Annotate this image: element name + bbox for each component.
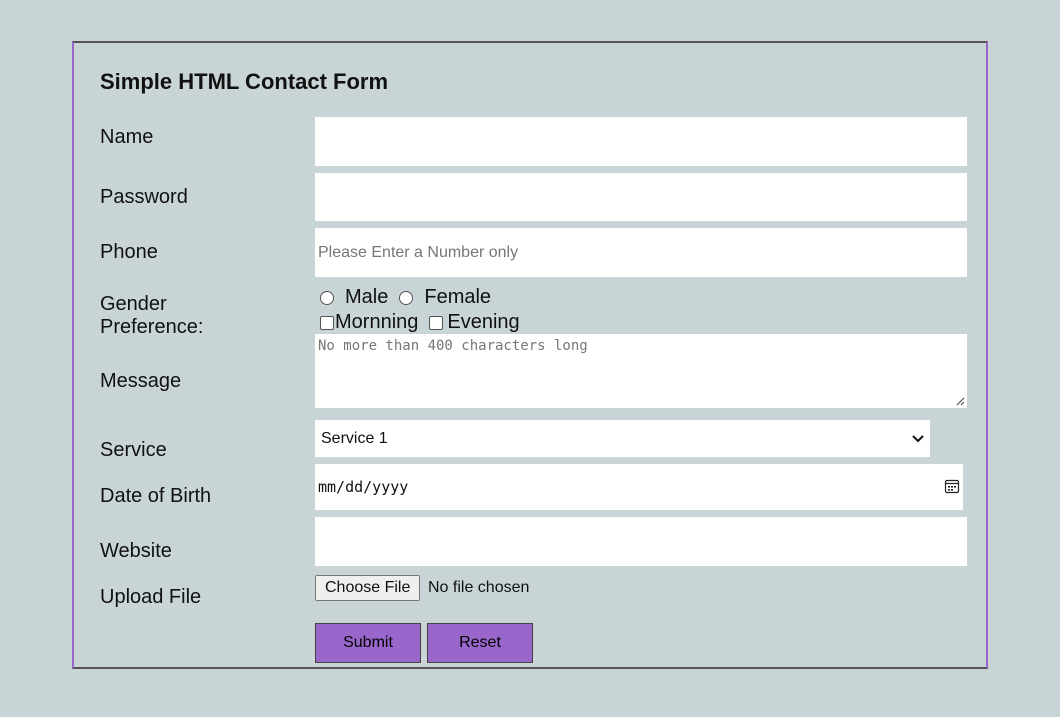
checkbox-evening[interactable] bbox=[429, 315, 444, 330]
website-value bbox=[315, 533, 318, 550]
form-title: Simple HTML Contact Form bbox=[100, 69, 389, 94]
service-select[interactable]: Service 1 bbox=[315, 420, 930, 457]
message-textarea[interactable]: No more than 400 characters long bbox=[315, 334, 967, 408]
radio-male-label: Male bbox=[345, 286, 389, 308]
resize-handle-icon[interactable] bbox=[955, 396, 965, 406]
radio-male[interactable] bbox=[320, 290, 334, 305]
message-placeholder: No more than 400 characters long bbox=[318, 338, 588, 354]
website-label: Website bbox=[100, 540, 172, 562]
radio-female[interactable] bbox=[399, 290, 414, 305]
dob-placeholder: mm/dd/yyyy bbox=[318, 478, 409, 496]
phone-placeholder: Please Enter a Number only bbox=[318, 244, 519, 261]
gender-radio-group: Male Female bbox=[320, 286, 502, 309]
submit-button[interactable]: Submit bbox=[315, 623, 421, 663]
dob-label: Date of Birth bbox=[100, 485, 212, 507]
checkbox-morning-label: Mornning bbox=[335, 311, 419, 333]
checkbox-morning[interactable] bbox=[320, 315, 334, 330]
dob-input[interactable]: mm/dd/yyyy bbox=[315, 464, 963, 510]
gender-label-line2: Preference: bbox=[100, 316, 204, 338]
choose-file-button[interactable]: Choose File bbox=[315, 575, 421, 601]
calendar-icon[interactable] bbox=[944, 478, 960, 494]
contact-form: Simple HTML Contact Form Name Password P… bbox=[72, 41, 988, 669]
gender-label-line1: Gender bbox=[100, 293, 167, 315]
chevron-down-icon bbox=[912, 435, 924, 443]
phone-label: Phone bbox=[100, 241, 158, 263]
file-status: No file chosen bbox=[428, 579, 530, 596]
website-input[interactable] bbox=[315, 517, 967, 566]
password-value bbox=[315, 189, 318, 206]
phone-input[interactable]: Please Enter a Number only bbox=[315, 228, 967, 277]
name-label: Name bbox=[100, 126, 154, 148]
name-input[interactable] bbox=[315, 117, 967, 166]
upload-label: Upload File bbox=[100, 586, 202, 608]
gender-label: Gender Preference: bbox=[100, 293, 203, 339]
reset-button[interactable]: Reset bbox=[427, 623, 533, 663]
service-selected: Service 1 bbox=[321, 430, 388, 447]
service-label: Service bbox=[100, 439, 167, 461]
name-value bbox=[315, 133, 318, 150]
radio-female-label: Female bbox=[424, 286, 492, 308]
password-input[interactable] bbox=[315, 173, 967, 221]
message-label: Message bbox=[100, 370, 182, 392]
time-checkbox-group: Mornning Evening bbox=[320, 311, 531, 334]
checkbox-evening-label: Evening bbox=[447, 311, 520, 333]
password-label: Password bbox=[100, 186, 188, 208]
